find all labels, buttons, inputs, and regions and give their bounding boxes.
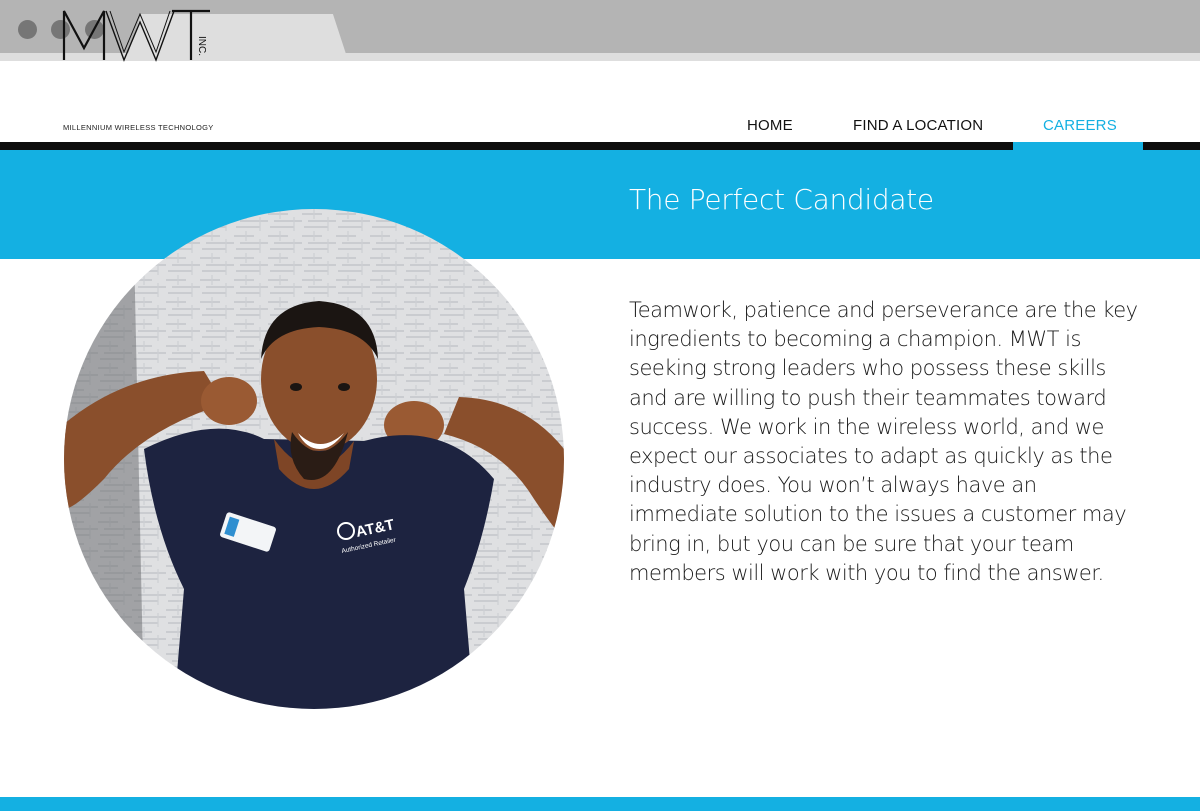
nav-home[interactable]: HOME — [747, 117, 793, 134]
logo-suffix: INC. — [196, 36, 207, 56]
associate-photo: AT&T Authorized Retailer — [64, 209, 564, 709]
nav-find-a-location[interactable]: FIND A LOCATION — [853, 117, 983, 134]
footer-bar — [0, 797, 1200, 811]
nav-careers[interactable]: CAREERS — [1043, 117, 1117, 134]
careers-description: Teamwork, patience and perseverance are … — [629, 298, 1138, 585]
mwt-logo[interactable]: INC. — [60, 8, 212, 74]
active-nav-indicator — [1013, 142, 1143, 150]
page-title: The Perfect Candidate — [629, 183, 934, 216]
window-close-dot[interactable] — [18, 20, 37, 39]
logo-tagline: MILLENNIUM WIRELESS TECHNOLOGY — [63, 123, 214, 132]
